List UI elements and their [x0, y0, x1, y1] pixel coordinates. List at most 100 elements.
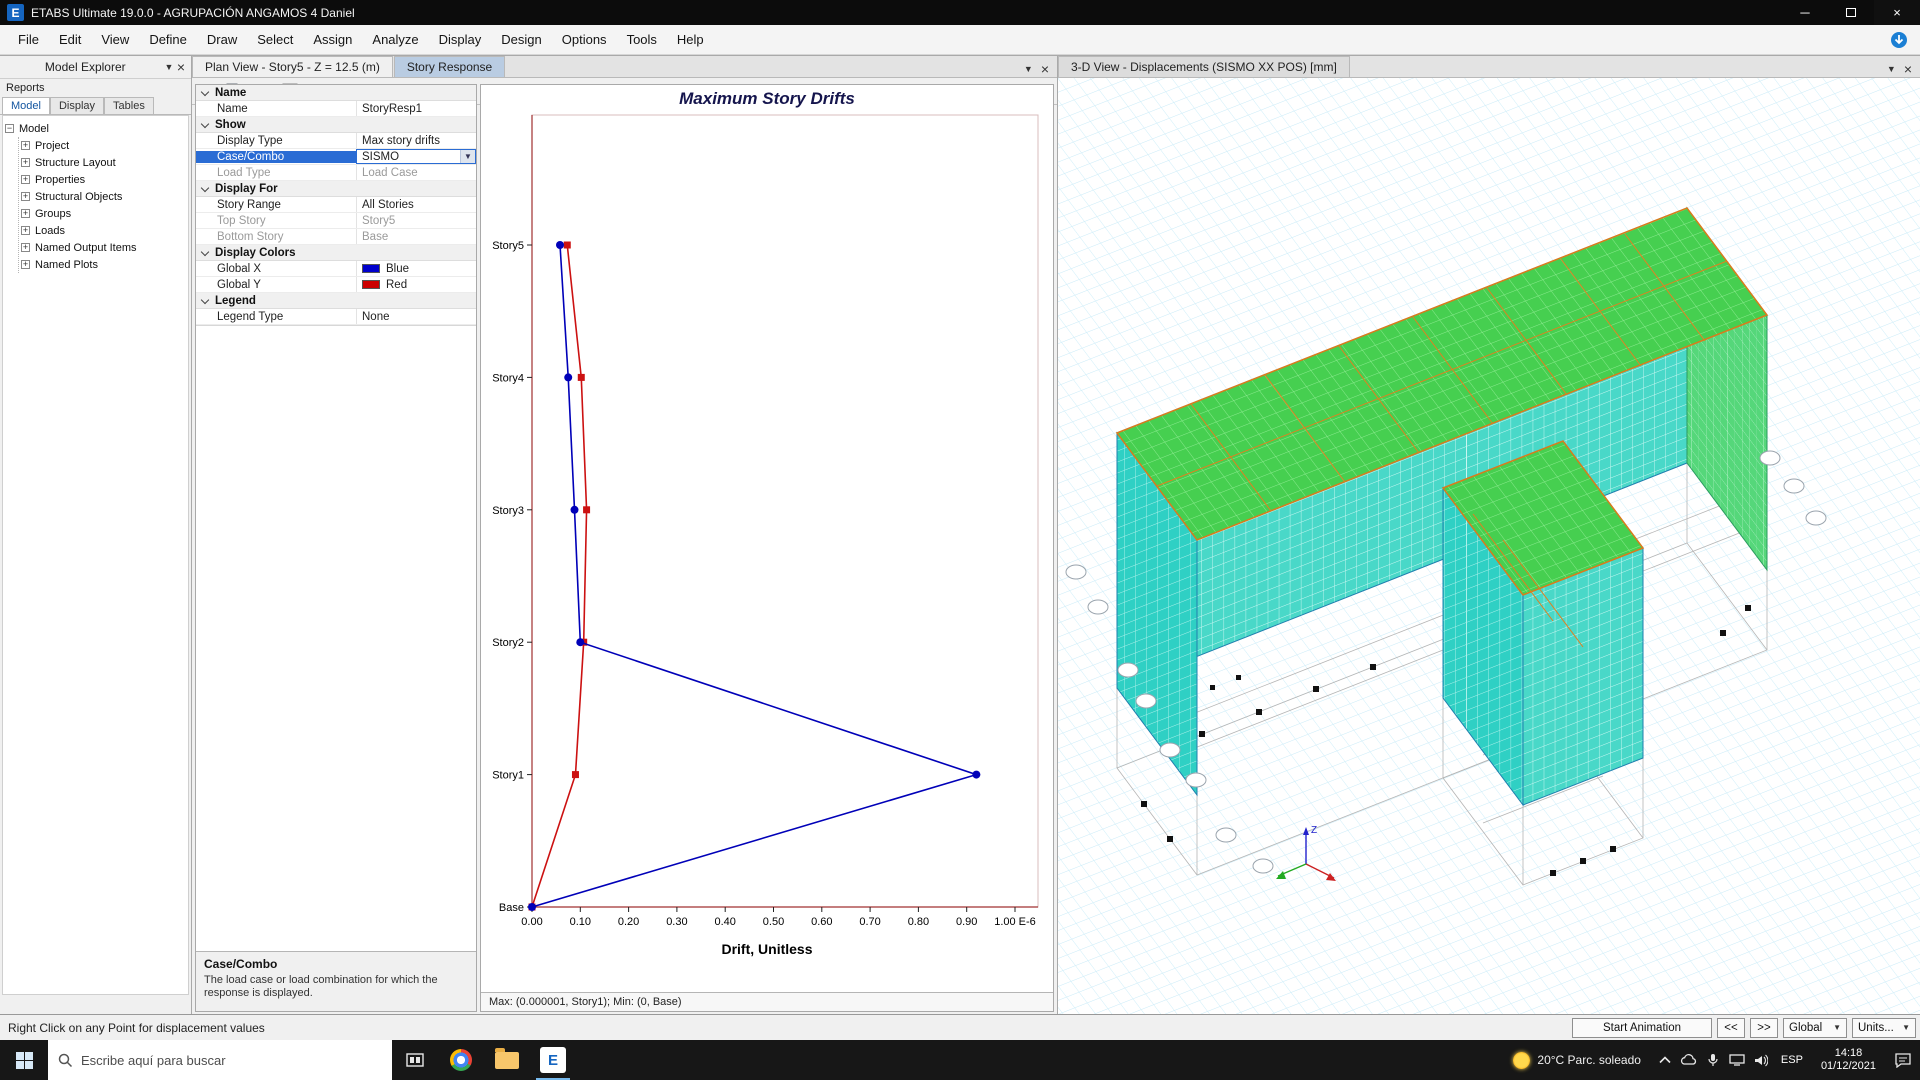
menu-edit[interactable]: Edit: [49, 27, 91, 52]
category-display-colors[interactable]: Display Colors: [196, 245, 476, 261]
menu-file[interactable]: File: [8, 27, 49, 52]
clock-time: 14:18: [1821, 1047, 1876, 1060]
menu-display[interactable]: Display: [429, 27, 492, 52]
coordinate-system-dropdown[interactable]: Global▼: [1783, 1018, 1847, 1038]
tree-item-named-plots[interactable]: +Named Plots: [21, 256, 186, 273]
network-tray-icon[interactable]: [1725, 1040, 1749, 1080]
animation-prev-button[interactable]: <<: [1717, 1018, 1745, 1038]
property-case-combo[interactable]: Case/ComboSISMO▼: [196, 149, 476, 165]
chrome-icon[interactable]: [438, 1040, 484, 1080]
close-button[interactable]: ×: [1874, 0, 1920, 25]
panel-close-icon[interactable]: ×: [177, 62, 185, 72]
panel-menu-icon[interactable]: ▼: [165, 62, 174, 72]
property-global-y-color[interactable]: Global YRed: [196, 277, 476, 293]
svg-text:Story3: Story3: [492, 505, 524, 517]
action-center-icon[interactable]: [1886, 1040, 1920, 1080]
collapse-icon[interactable]: −: [5, 124, 14, 133]
property-legend-type[interactable]: Legend TypeNone: [196, 309, 476, 325]
expand-icon[interactable]: +: [21, 260, 30, 269]
menu-options[interactable]: Options: [552, 27, 617, 52]
tree-item-named-output-items[interactable]: +Named Output Items: [21, 239, 186, 256]
menu-select[interactable]: Select: [247, 27, 303, 52]
app-icon: E: [7, 4, 24, 21]
taskbar-clock[interactable]: 14:18 01/12/2021: [1811, 1047, 1886, 1073]
model-tree: − Model +Project +Structure Layout +Prop…: [2, 115, 189, 995]
svg-text:0.80: 0.80: [908, 916, 929, 928]
file-explorer-icon[interactable]: [484, 1040, 530, 1080]
category-name[interactable]: Name: [196, 85, 476, 101]
tree-root-model[interactable]: − Model: [5, 120, 186, 137]
story-drift-chart[interactable]: 0.000.100.200.300.400.500.600.700.800.90…: [481, 113, 1057, 941]
expand-icon[interactable]: +: [21, 226, 30, 235]
tab-list-icon[interactable]: ▼: [1024, 64, 1033, 74]
tab-model[interactable]: Model: [2, 97, 50, 114]
etabs-taskbar-icon[interactable]: E: [530, 1040, 576, 1080]
volume-tray-icon[interactable]: [1749, 1040, 1773, 1080]
onedrive-cloud-icon[interactable]: [1677, 1040, 1701, 1080]
chevron-down-icon: [201, 247, 209, 255]
property-story-range[interactable]: Story RangeAll Stories: [196, 197, 476, 213]
category-legend[interactable]: Legend: [196, 293, 476, 309]
property-global-x-color[interactable]: Global XBlue: [196, 261, 476, 277]
tab-tables[interactable]: Tables: [104, 97, 154, 114]
svg-text:0.40: 0.40: [714, 916, 735, 928]
tray-expand-icon[interactable]: [1653, 1040, 1677, 1080]
property-name[interactable]: NameStoryResp1: [196, 101, 476, 117]
category-display-for[interactable]: Display For: [196, 181, 476, 197]
menu-tools[interactable]: Tools: [617, 27, 667, 52]
reports-label: Reports: [0, 79, 191, 97]
model-explorer-panel: Model Explorer ▼ × Reports Model Display…: [0, 55, 192, 1014]
task-view-button[interactable]: [392, 1040, 438, 1080]
menu-design[interactable]: Design: [491, 27, 551, 52]
tab-3d-view[interactable]: 3-D View - Displacements (SISMO XX POS) …: [1058, 56, 1350, 77]
expand-icon[interactable]: +: [21, 175, 30, 184]
minimize-button[interactable]: ─: [1782, 0, 1828, 25]
expand-icon[interactable]: +: [21, 209, 30, 218]
tree-item-structure-layout[interactable]: +Structure Layout: [21, 154, 186, 171]
tree-item-structural-objects[interactable]: +Structural Objects: [21, 188, 186, 205]
menu-assign[interactable]: Assign: [303, 27, 362, 52]
microphone-tray-icon[interactable]: [1701, 1040, 1725, 1080]
menubar: File Edit View Define Draw Select Assign…: [0, 25, 1920, 55]
taskbar-weather[interactable]: 20°C Parc. soleado: [1501, 1052, 1653, 1069]
start-button[interactable]: [0, 1040, 48, 1080]
clock-date: 01/12/2021: [1821, 1060, 1876, 1073]
update-download-icon[interactable]: [1890, 31, 1908, 49]
tab-plan-view[interactable]: Plan View - Story5 - Z = 12.5 (m): [192, 56, 393, 77]
tab-close-icon[interactable]: ×: [1904, 64, 1912, 74]
tab-story-response[interactable]: Story Response: [394, 56, 505, 77]
svg-text:0.00: 0.00: [521, 916, 542, 928]
svg-text:0.90: 0.90: [956, 916, 977, 928]
menu-analyze[interactable]: Analyze: [362, 27, 428, 52]
window-title: ETABS Ultimate 19.0.0 - AGRUPACIÓN ANGAM…: [31, 6, 355, 20]
language-indicator[interactable]: ESP: [1773, 1054, 1811, 1066]
menu-view[interactable]: View: [91, 27, 139, 52]
category-show[interactable]: Show: [196, 117, 476, 133]
tree-item-groups[interactable]: +Groups: [21, 205, 186, 222]
animation-next-button[interactable]: >>: [1750, 1018, 1778, 1038]
tree-item-loads[interactable]: +Loads: [21, 222, 186, 239]
start-animation-button[interactable]: Start Animation: [1572, 1018, 1712, 1038]
tab-list-icon[interactable]: ▼: [1887, 64, 1896, 74]
tree-item-project[interactable]: +Project: [21, 137, 186, 154]
maximize-button[interactable]: [1828, 0, 1874, 25]
story-drift-chart-panel: Maximum Story Drifts 0.000.100.200.300.4…: [480, 84, 1054, 1012]
weather-sun-icon: [1513, 1052, 1530, 1069]
tree-item-properties[interactable]: +Properties: [21, 171, 186, 188]
expand-icon[interactable]: +: [21, 158, 30, 167]
menu-help[interactable]: Help: [667, 27, 714, 52]
svg-text:1.00 E-6: 1.00 E-6: [994, 916, 1036, 928]
expand-icon[interactable]: +: [21, 243, 30, 252]
3d-model-view[interactable]: Z: [1058, 78, 1920, 1014]
tab-close-icon[interactable]: ×: [1041, 64, 1049, 74]
tab-display[interactable]: Display: [50, 97, 104, 114]
menu-draw[interactable]: Draw: [197, 27, 247, 52]
expand-icon[interactable]: +: [21, 192, 30, 201]
expand-icon[interactable]: +: [21, 141, 30, 150]
property-display-type[interactable]: Display TypeMax story drifts: [196, 133, 476, 149]
taskbar-search[interactable]: Escribe aquí para buscar: [48, 1040, 392, 1080]
units-dropdown[interactable]: Units...▼: [1852, 1018, 1916, 1038]
menu-define[interactable]: Define: [139, 27, 197, 52]
case-combo-dropdown[interactable]: ▼: [460, 150, 475, 163]
chevron-down-icon: [201, 119, 209, 127]
